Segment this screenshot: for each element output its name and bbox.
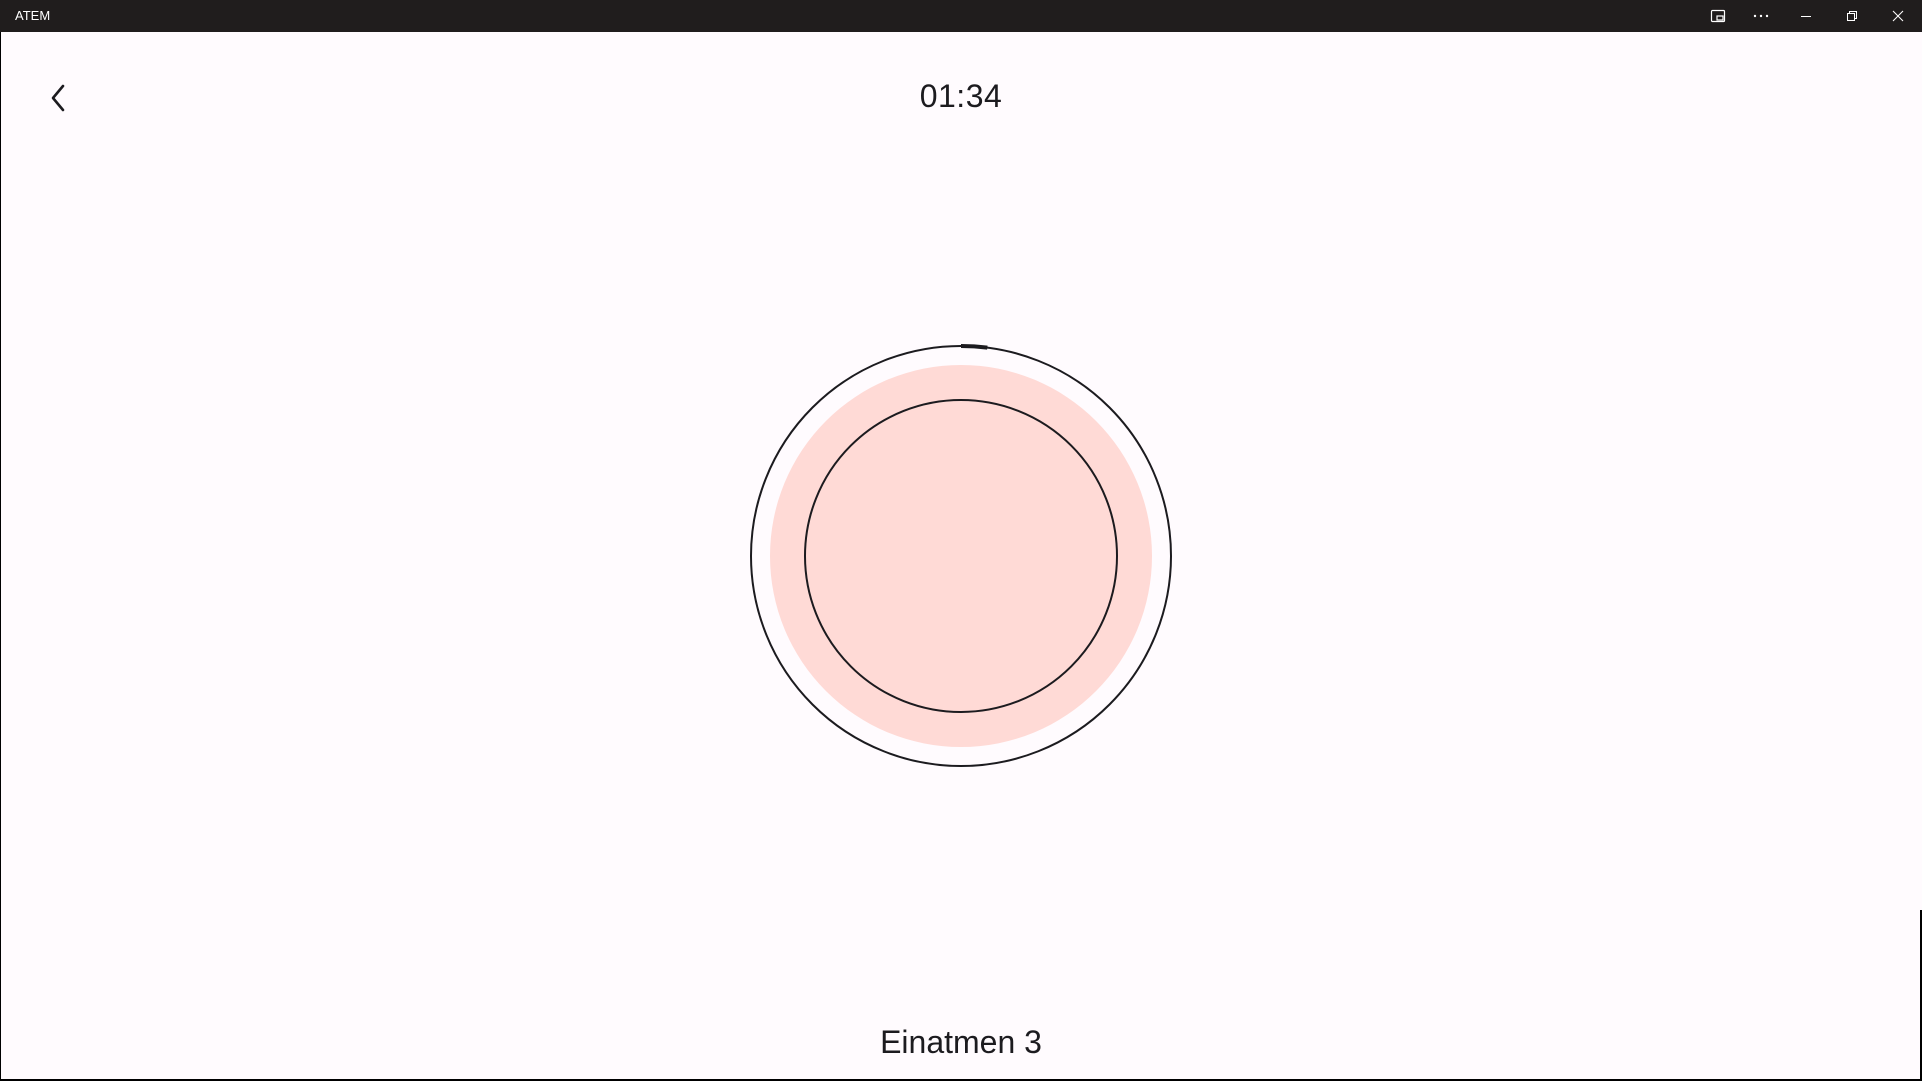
breathing-phase-label: Einatmen 3 bbox=[880, 1024, 1042, 1060]
breathing-disc bbox=[770, 365, 1152, 747]
title-bar[interactable]: ATEM bbox=[0, 0, 1922, 32]
breathing-screen: 01:34 Einatmen 3 bbox=[0, 32, 1922, 1081]
app-title: ATEM bbox=[15, 8, 51, 23]
session-timer: 01:34 bbox=[919, 78, 1003, 114]
back-button[interactable] bbox=[40, 80, 76, 116]
chevron-left-icon bbox=[51, 84, 65, 112]
progress-indicator bbox=[960, 344, 988, 350]
more-button[interactable] bbox=[1738, 0, 1784, 32]
app-window: ATEM 01:34 Einatmen 3 bbox=[0, 0, 1922, 1081]
minimize-button[interactable] bbox=[1783, 0, 1829, 32]
window-border-left bbox=[0, 32, 1, 1081]
restore-icon bbox=[1847, 11, 1857, 21]
close-icon bbox=[1892, 10, 1904, 22]
close-button[interactable] bbox=[1875, 0, 1921, 32]
minimize-icon bbox=[1801, 16, 1811, 17]
cast-button[interactable] bbox=[1695, 0, 1741, 32]
restore-button[interactable] bbox=[1829, 0, 1875, 32]
breathing-visualizer bbox=[750, 344, 1172, 767]
more-icon bbox=[1753, 14, 1769, 18]
cast-icon bbox=[1710, 9, 1726, 23]
